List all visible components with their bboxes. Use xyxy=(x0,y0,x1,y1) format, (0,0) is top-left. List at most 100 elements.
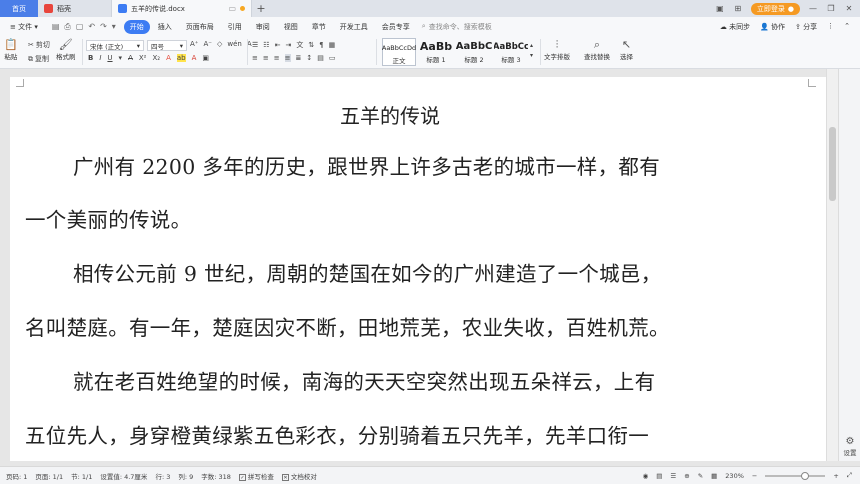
char-shading-icon[interactable]: ▣ xyxy=(202,54,209,62)
preview-icon[interactable]: ▢ xyxy=(76,22,84,32)
window-layout-icon[interactable]: ▣ xyxy=(715,4,725,13)
menu-insert[interactable]: 插入 xyxy=(152,20,178,34)
compare-icon[interactable]: ▦ xyxy=(711,472,717,480)
increase-indent-icon[interactable]: ⇥ xyxy=(285,41,291,49)
paste-button[interactable]: 📋 粘贴 xyxy=(4,38,18,61)
status-words[interactable]: 字数: 318 xyxy=(201,471,231,481)
spellcheck-toggle[interactable]: ✓ 拼写检查 xyxy=(238,471,274,481)
zoom-slider-knob[interactable] xyxy=(801,471,810,480)
menu-review[interactable]: 审阅 xyxy=(250,20,276,34)
more-menu-icon[interactable]: ⋮ xyxy=(827,22,834,32)
restore-icon[interactable]: ❐ xyxy=(826,4,836,13)
paragraph-line[interactable]: 一个美丽的传说。 xyxy=(25,203,191,233)
align-right-icon[interactable]: ≡ xyxy=(274,54,280,62)
share-button[interactable]: ⇪ 分享 xyxy=(795,22,817,32)
zoom-slider[interactable] xyxy=(765,471,826,480)
settings-button[interactable]: ⚙ 设置 xyxy=(839,436,860,457)
zoom-value[interactable]: 230% xyxy=(725,472,744,480)
scrollbar-thumb[interactable] xyxy=(829,127,836,201)
superscript-icon[interactable]: X² xyxy=(139,54,147,62)
sort-icon[interactable]: ⇅ xyxy=(308,41,314,49)
menu-section[interactable]: 章节 xyxy=(306,20,332,34)
print-icon[interactable]: ⎙ xyxy=(64,22,70,32)
collapse-ribbon-icon[interactable]: ⌃ xyxy=(844,22,850,32)
menu-page-layout[interactable]: 页面布局 xyxy=(180,20,220,34)
menu-references[interactable]: 引用 xyxy=(222,20,248,34)
grow-font-icon[interactable]: A⁺ xyxy=(190,40,198,48)
sync-status[interactable]: ☁ 未同步 xyxy=(720,22,750,32)
page-view-icon[interactable]: ▤ xyxy=(656,472,662,480)
italic-icon[interactable]: I xyxy=(99,54,101,62)
underline-icon[interactable]: U xyxy=(107,54,112,62)
show-marks-icon[interactable]: ¶ xyxy=(319,41,323,49)
bold-icon[interactable]: B xyxy=(88,54,93,62)
write-mode-icon[interactable]: ✎ xyxy=(698,472,703,480)
paragraph-line[interactable]: 相传公元前 9 世纪，周朝的楚国在如今的广州建造了一个城邑， xyxy=(73,257,662,287)
select-button[interactable]: ↖ 选择 xyxy=(620,38,633,61)
highlight-icon[interactable]: ab xyxy=(176,54,186,62)
paragraph-line[interactable]: 就在老百姓绝望的时候，南海的天天空突然出现五朵祥云，上有 xyxy=(73,365,655,395)
decrease-indent-icon[interactable]: ⇤ xyxy=(275,41,281,49)
border-bottom-icon[interactable]: ▭ xyxy=(329,54,336,62)
style-heading-3[interactable]: AaBbCc 标题 3 xyxy=(494,38,528,66)
find-replace-button[interactable]: ⌕ 查找替换 xyxy=(584,38,610,61)
style-heading-2[interactable]: AaBbC 标题 2 xyxy=(456,38,492,66)
menu-developer[interactable]: 开发工具 xyxy=(334,20,374,34)
eye-protect-icon[interactable]: ◉ xyxy=(643,472,649,480)
document-tab[interactable]: 五羊的传说.docx ▭ xyxy=(112,0,252,17)
format-painter-button[interactable]: 🖌 格式刷 xyxy=(56,38,76,61)
paragraph-line[interactable]: 广州有 2200 多年的历史，跟世界上许多古老的城市一样，都有 xyxy=(73,150,660,180)
web-view-icon[interactable]: ⊕ xyxy=(684,472,689,480)
vertical-scrollbar[interactable] xyxy=(826,69,838,461)
apps-grid-icon[interactable]: ⊞ xyxy=(733,4,743,13)
text-layout-button[interactable]: ⫶ 文字排版 xyxy=(544,38,570,61)
align-left-icon[interactable]: ≡ xyxy=(252,54,258,62)
shrink-font-icon[interactable]: A⁻ xyxy=(203,40,211,48)
cut-button[interactable]: ✂ 剪切 xyxy=(28,40,50,50)
paragraph-line[interactable]: 名叫楚庭。有一年，楚庭因灾不断，田地荒芜，农业失收，百姓机荒。 xyxy=(25,311,670,341)
line-spacing-icon[interactable]: ↕ xyxy=(306,54,312,62)
underline-dropdown-icon[interactable]: ▾ xyxy=(119,54,123,62)
login-button[interactable]: 立即登录 ● xyxy=(750,2,800,15)
font-size-select[interactable]: 四号 ▾ xyxy=(147,40,187,51)
new-tab-button[interactable]: + xyxy=(252,0,270,17)
menu-view[interactable]: 视图 xyxy=(278,20,304,34)
font-color-icon[interactable]: A xyxy=(166,54,171,62)
save-icon[interactable]: ▤ xyxy=(52,22,60,32)
zoom-in-icon[interactable]: + xyxy=(833,472,838,480)
daoke-tab[interactable]: 稻壳 xyxy=(38,0,112,17)
border-icon[interactable]: ▦ xyxy=(329,41,336,49)
copy-button[interactable]: ⧉ 复制 xyxy=(28,54,49,64)
subscript-icon[interactable]: X₂ xyxy=(152,54,160,62)
text-color-icon[interactable]: A xyxy=(192,54,197,62)
home-tab[interactable]: 首页 xyxy=(0,0,38,17)
redo-icon[interactable]: ↷ xyxy=(100,22,107,32)
zoom-out-icon[interactable]: − xyxy=(752,472,757,480)
document-title[interactable]: 五羊的传说 xyxy=(10,100,770,129)
document-page[interactable]: 五羊的传说 广州有 2200 多年的历史，跟世界上许多古老的城市一样，都有 一个… xyxy=(10,77,828,461)
strikethrough-icon[interactable]: A xyxy=(128,54,133,62)
align-center-icon[interactable]: ≡ xyxy=(263,54,269,62)
style-heading-1[interactable]: AaBb 标题 1 xyxy=(418,38,454,66)
styles-up-icon[interactable]: ▴ xyxy=(530,42,533,49)
chinese-layout-icon[interactable]: 文 xyxy=(296,40,303,50)
close-window-icon[interactable]: ✕ xyxy=(844,4,854,13)
menu-home[interactable]: 开始 xyxy=(123,19,150,34)
fit-page-icon[interactable]: ⤢ xyxy=(847,471,852,480)
justify-icon[interactable]: ≡ xyxy=(284,54,291,62)
proofread-toggle[interactable]: ✕ 文档校对 xyxy=(281,471,317,481)
paragraph-line[interactable]: 五位先人，身穿橙黄绿紫五色彩衣，分别骑着五只先羊，先羊口衔一 xyxy=(25,419,649,449)
font-family-select[interactable]: 宋体 (正文) ▾ xyxy=(86,40,144,51)
phonetic-icon[interactable]: wén xyxy=(227,40,241,48)
command-search[interactable]: ⌕ 查找命令、搜索模板 xyxy=(422,22,492,32)
collab-button[interactable]: 👤 协作 xyxy=(760,22,785,32)
file-menu[interactable]: ≡ 文件 ▾ xyxy=(4,20,44,34)
undo-icon[interactable]: ↶ xyxy=(88,22,95,32)
styles-down-icon[interactable]: ▾ xyxy=(530,52,533,59)
bullet-list-icon[interactable]: ☰ xyxy=(252,41,258,49)
shading-icon[interactable]: ▤ xyxy=(317,54,324,62)
style-normal[interactable]: AaBbCcDd 正文 xyxy=(382,38,416,66)
more-icon[interactable]: ▾ xyxy=(112,22,116,32)
status-page[interactable]: 页码: 1 xyxy=(6,471,27,481)
tab-monitor-icon[interactable]: ▭ xyxy=(228,4,236,13)
